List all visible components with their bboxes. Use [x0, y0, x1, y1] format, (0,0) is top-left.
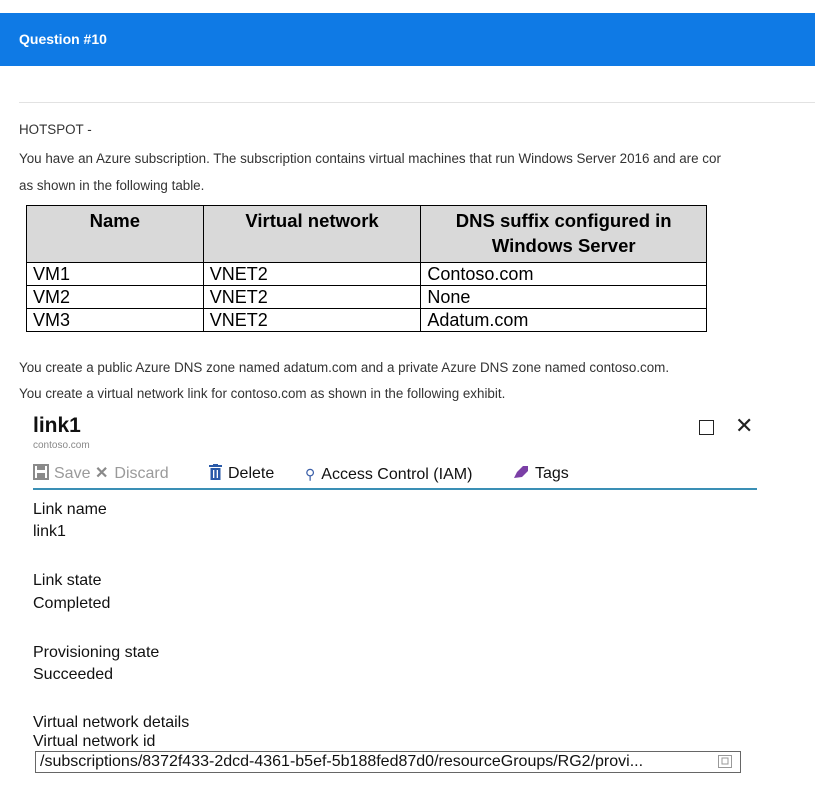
question-title: Question #10 [19, 31, 107, 47]
question-header: Question #10 [0, 13, 815, 66]
table-row: VM2 VNET2 None [26, 285, 707, 309]
table-header-dns-suffix: DNS suffix configured in Windows Server [420, 205, 707, 263]
toolbar: Save ✕ Discard Delete ⚲ Access Control (IA… [33, 460, 757, 490]
save-label: Save [54, 465, 91, 482]
vnet-details-label: Virtual network details [33, 714, 190, 731]
table-row: VM1 VNET2 Contoso.com [26, 262, 707, 286]
discard-label: Discard [114, 465, 169, 482]
question-line-4: You create a virtual network link for co… [19, 386, 506, 401]
save-button[interactable]: Save [33, 462, 90, 486]
vm-table: Name Virtual network DNS suffix configur… [26, 205, 707, 332]
table-cell: VM2 [26, 285, 204, 309]
link-state-label: Link state [33, 572, 102, 589]
table-header-name: Name [26, 205, 204, 263]
vnet-id-value: /subscriptions/8372f433-2dcd-4361-b5ef-5… [40, 753, 644, 770]
table-cell: VNET2 [202, 285, 422, 309]
tags-label: Tags [535, 465, 569, 482]
delete-button[interactable]: Delete [209, 462, 274, 486]
discard-icon: ✕ [95, 465, 109, 482]
link-name-label: Link name [33, 501, 107, 518]
provisioning-state-label: Provisioning state [33, 644, 160, 661]
table-header-row: Name Virtual network DNS suffix configur… [26, 205, 707, 263]
divider [19, 102, 815, 103]
question-line-3: You create a public Azure DNS zone named… [19, 360, 670, 375]
save-icon [33, 464, 49, 480]
link-state-value: Completed [33, 595, 111, 612]
vnet-id-label: Virtual network id [33, 733, 156, 750]
exhibit-title: link1 [33, 414, 81, 437]
table-header-vnet: Virtual network [202, 205, 422, 263]
table-cell: VM1 [26, 262, 204, 286]
tags-icon [514, 466, 528, 478]
maximize-icon[interactable] [699, 420, 714, 435]
table-cell: Adatum.com [420, 308, 707, 332]
delete-icon [209, 464, 222, 480]
discard-button[interactable]: ✕ Discard [95, 462, 169, 486]
access-control-label: Access Control (IAM) [321, 466, 473, 483]
access-control-icon: ⚲ [305, 466, 316, 482]
table-row: VM3 VNET2 Adatum.com [26, 308, 707, 332]
header-dns-line-2: Windows Server [491, 235, 636, 256]
table-cell: None [420, 285, 707, 309]
table-cell: VM3 [26, 308, 204, 332]
close-icon[interactable]: ✕ [735, 413, 753, 439]
link-name-value: link1 [33, 523, 66, 540]
table-cell: Contoso.com [420, 262, 707, 286]
exhibit-panel: link1 contoso.com ✕ Save ✕ Discard Delete… [33, 412, 757, 792]
exhibit-subtitle: contoso.com [33, 440, 90, 451]
tags-button[interactable]: Tags [513, 462, 569, 486]
table-cell: VNET2 [202, 262, 422, 286]
question-line-1: You have an Azure subscription. The subs… [19, 151, 721, 166]
question-type: HOTSPOT - [19, 122, 92, 137]
header-dns-line-1: DNS suffix configured in [455, 210, 672, 231]
provisioning-state-value: Succeeded [33, 666, 114, 683]
delete-label: Delete [228, 465, 275, 482]
top-strip [0, 0, 815, 13]
question-line-2: as shown in the following table. [19, 178, 205, 193]
vnet-id-field[interactable]: /subscriptions/8372f433-2dcd-4361-b5ef-5… [35, 751, 741, 773]
table-cell: VNET2 [202, 308, 422, 332]
copy-icon[interactable] [718, 755, 732, 768]
access-control-button[interactable]: ⚲ Access Control (IAM) [305, 462, 472, 486]
